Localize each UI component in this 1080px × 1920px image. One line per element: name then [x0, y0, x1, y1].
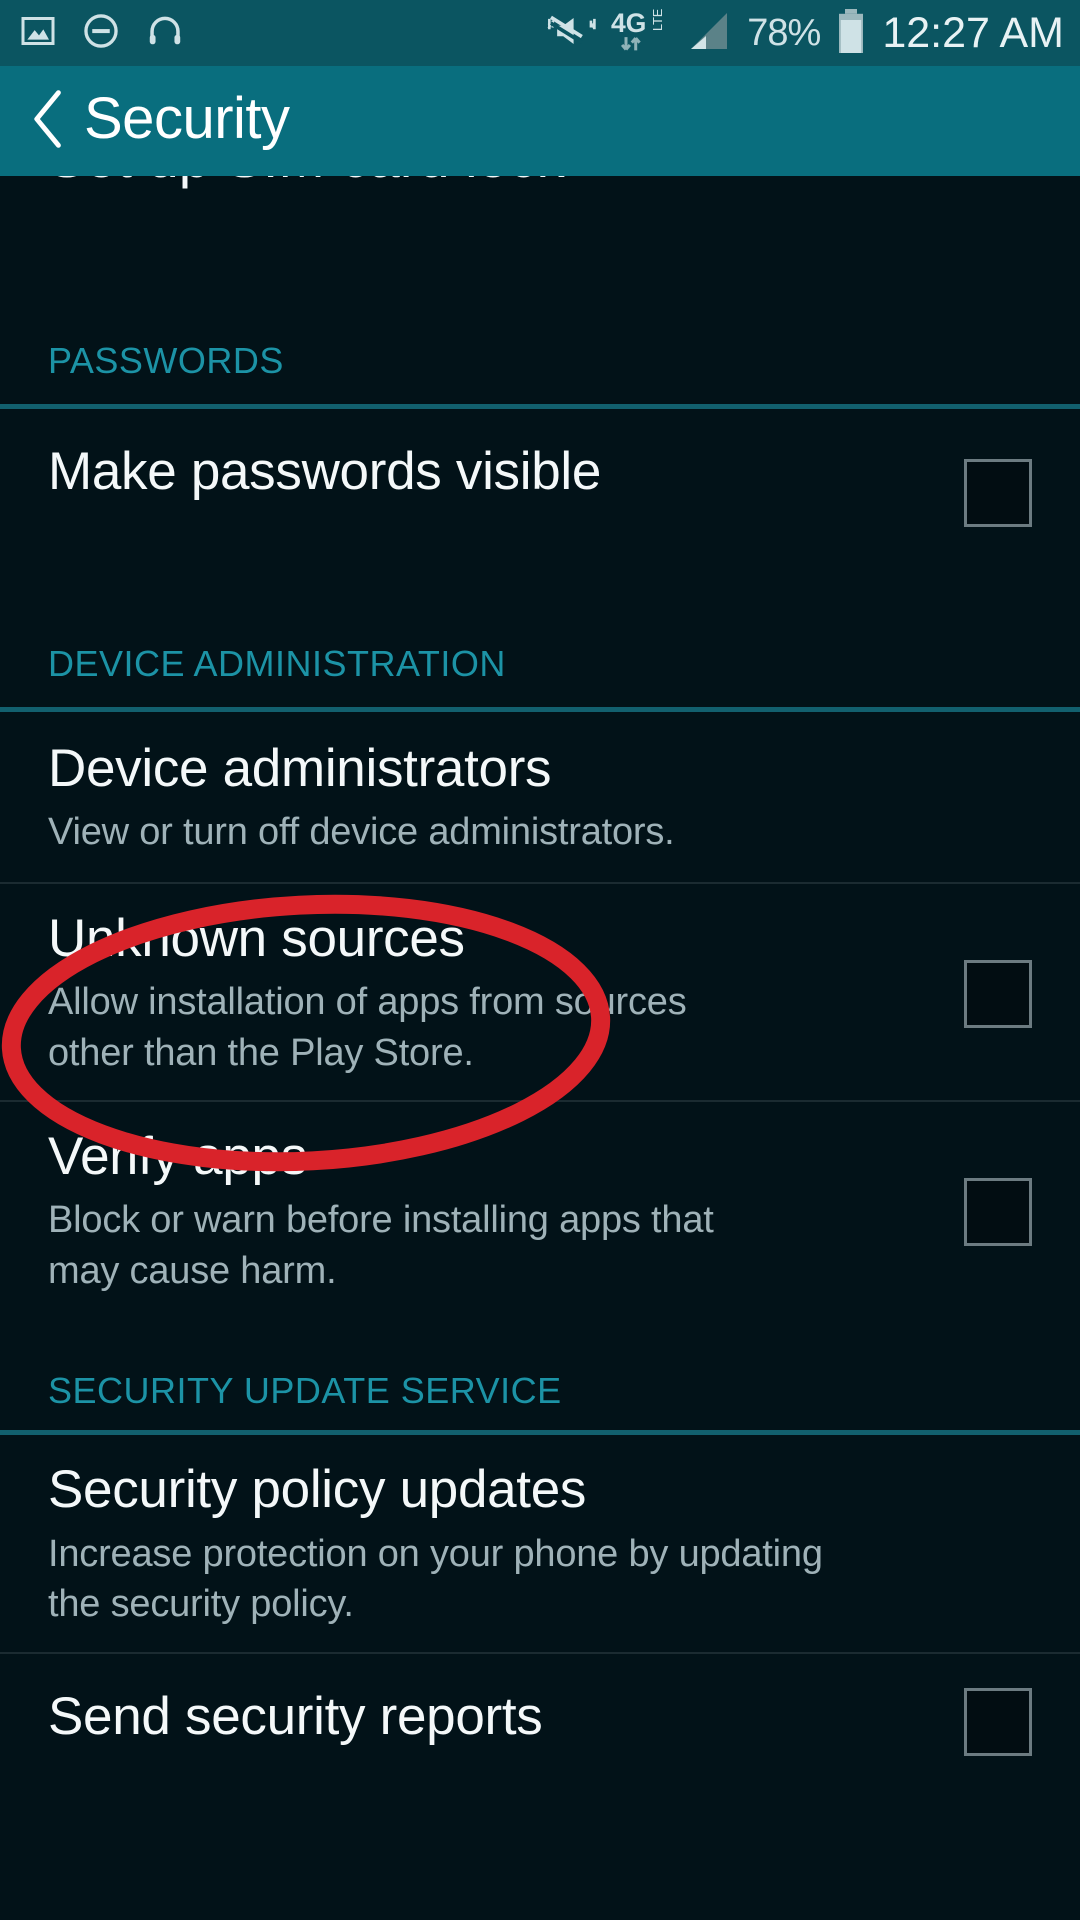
list-item-texts: Unknown sources Allow installation of ap…	[48, 910, 956, 1078]
list-item-title: Device administrators	[48, 739, 552, 798]
image-icon	[18, 11, 58, 56]
list-item-subtitle: Block or warn before installing apps tha…	[48, 1199, 714, 1292]
list-item-verify-apps[interactable]: Verify apps Block or warn before install…	[0, 1102, 1080, 1318]
section-header-label: DEVICE ADMINISTRATION	[48, 643, 506, 684]
list-item-set-up-sim-card-lock[interactable]: Set up SIM card lock	[0, 176, 1080, 288]
section-header-security-update-service: SECURITY UPDATE SERVICE	[0, 1318, 1080, 1430]
mute-vibrate-icon	[545, 9, 597, 58]
do-not-disturb-icon	[80, 10, 122, 57]
section-header-label: SECURITY UPDATE SERVICE	[48, 1370, 562, 1412]
chevron-left-icon	[26, 87, 72, 156]
status-bar: 4G LTE 78% 12:27 AM	[0, 0, 1080, 66]
battery-percentage: 78%	[747, 12, 821, 54]
list-item-texts: Security policy updates Increase protect…	[48, 1461, 964, 1629]
checkbox-verify-apps[interactable]	[964, 1178, 1032, 1247]
app-bar: Security	[0, 66, 1080, 176]
clock: 12:27 AM	[882, 8, 1064, 57]
section-header-device-administration: DEVICE ADMINISTRATION	[0, 579, 1080, 707]
list-item-security-policy-updates[interactable]: Security policy updates Increase protect…	[0, 1435, 1080, 1651]
checkbox-send-security-reports[interactable]	[964, 1687, 1032, 1756]
list-item-title: Make passwords visible	[48, 442, 602, 501]
settings-list[interactable]: Set up SIM card lock PASSWORDS Make pass…	[0, 176, 1080, 1920]
section-header-label: PASSWORDS	[48, 340, 284, 381]
list-item-texts: Send security reports	[48, 1686, 956, 1746]
list-item-subtitle: Allow installation of apps from sources …	[48, 981, 687, 1074]
back-button[interactable]	[0, 87, 84, 156]
checkbox-unknown-sources[interactable]	[964, 959, 1032, 1028]
list-item-title: Security policy updates	[48, 1460, 587, 1520]
list-item-device-administrators[interactable]: Device administrators View or turn off d…	[0, 712, 1080, 882]
checkbox-make-passwords-visible[interactable]	[964, 459, 1032, 527]
section-header-passwords: PASSWORDS	[0, 288, 1080, 404]
signal-bars-icon	[685, 7, 733, 60]
headphones-icon	[144, 10, 186, 57]
list-item-make-passwords-visible[interactable]: Make passwords visible	[0, 409, 1080, 579]
battery-icon	[834, 7, 868, 60]
status-bar-left-icons	[0, 10, 186, 57]
list-item-send-security-reports[interactable]: Send security reports	[0, 1654, 1080, 1790]
4g-lte-icon: 4G LTE	[611, 7, 671, 60]
list-item-texts: Make passwords visible	[48, 443, 956, 500]
list-item-texts: Verify apps Block or warn before install…	[48, 1128, 956, 1296]
network-lte-label: LTE	[651, 8, 665, 30]
list-item-subtitle: View or turn off device administrators.	[48, 811, 675, 854]
network-type-label: 4G	[611, 7, 646, 37]
list-item-title: Unknown sources	[48, 908, 465, 968]
page-title: Security	[84, 86, 290, 151]
list-item-title: Send security reports	[48, 1686, 543, 1746]
phone-screen: 4G LTE 78% 12:27 AM Security PASSWORDS M…	[0, 0, 1080, 1920]
list-item-unknown-sources[interactable]: Unknown sources Allow installation of ap…	[0, 884, 1080, 1100]
status-bar-right-icons: 4G LTE 78% 12:27 AM	[545, 7, 1080, 60]
list-item-texts: Device administrators View or turn off d…	[48, 740, 964, 858]
list-item-subtitle: Increase protection on your phone by upd…	[48, 1532, 823, 1626]
list-item-title: Set up SIM card lock	[48, 176, 565, 186]
list-item-title: Verify apps	[48, 1127, 307, 1187]
